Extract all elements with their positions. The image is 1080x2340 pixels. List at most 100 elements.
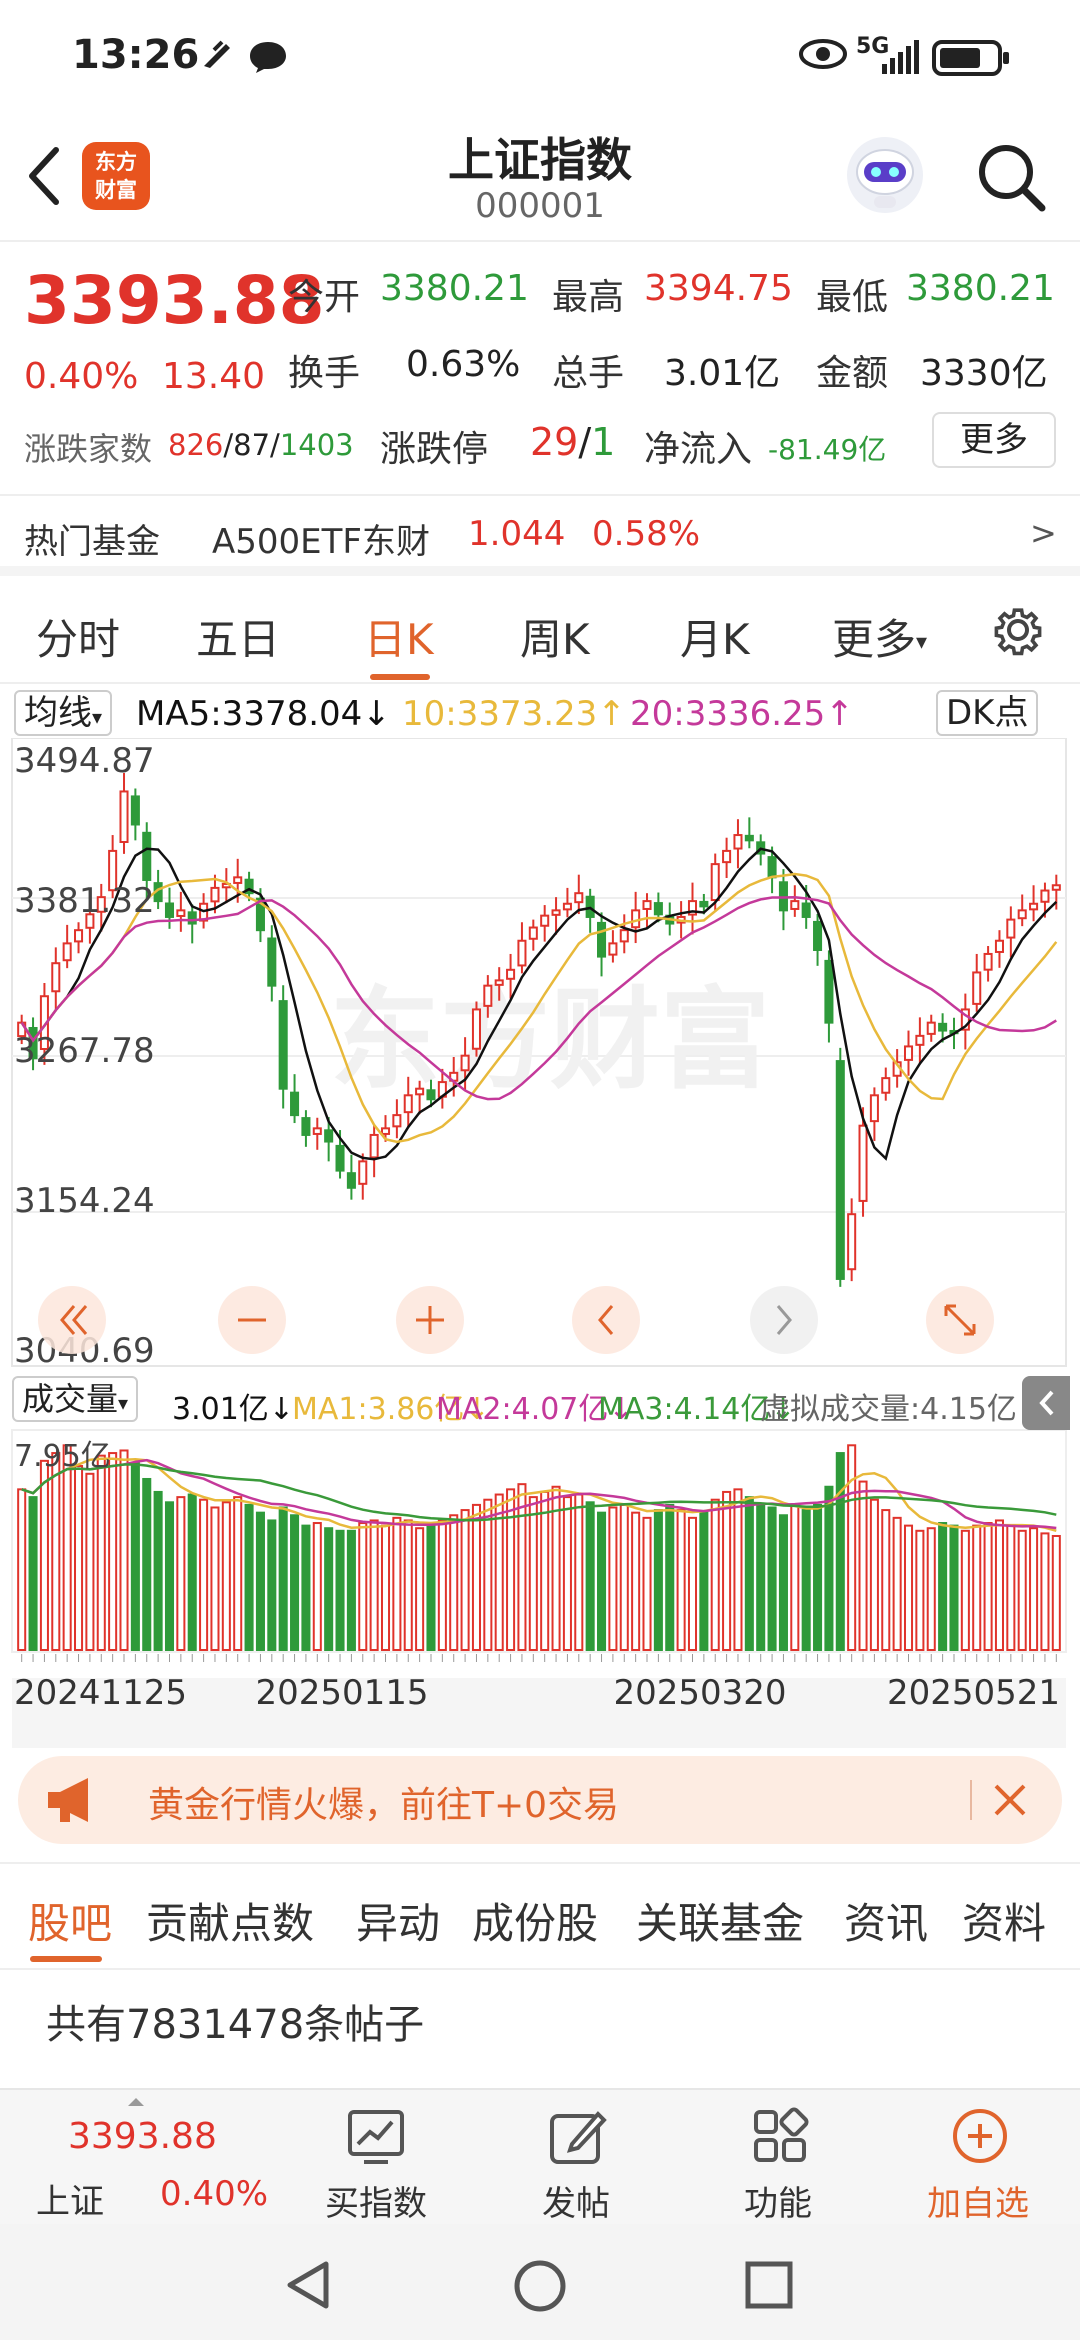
volume-bar	[176, 1496, 186, 1652]
hot-fund-row[interactable]: 热门基金 A500ETF东财 1.044 0.58% >	[0, 494, 1080, 576]
candle-body	[744, 834, 754, 842]
candle-body	[835, 1060, 845, 1280]
candle-body	[517, 939, 527, 967]
active-section-underline	[30, 1956, 102, 1962]
chevron-left-icon	[1039, 1390, 1054, 1416]
search-icon[interactable]	[974, 140, 1048, 214]
candle-body	[972, 971, 982, 1005]
tab-more-label: 更多	[832, 615, 917, 664]
candle-body	[358, 1160, 368, 1185]
volume-bar	[199, 1498, 209, 1651]
scroll-left-button[interactable]	[572, 1286, 640, 1354]
functions-button[interactable]: 功能	[708, 2090, 848, 2226]
tab-constituents[interactable]: 成份股	[472, 1890, 598, 1951]
header: 东方 财富 上证指数 000001	[0, 110, 1080, 242]
volume-bar	[1017, 1529, 1027, 1652]
tab-more[interactable]: 更多▾	[832, 606, 927, 667]
tab-weekly-k[interactable]: 周K	[520, 606, 590, 667]
candle-body	[1017, 909, 1027, 920]
ma-selector[interactable]: 均线▾	[14, 690, 113, 736]
kline-chart[interactable]: 东方财富 3494.873381.323267.783154.243040.69…	[0, 738, 1080, 1756]
volume-bar	[426, 1522, 436, 1651]
more-button[interactable]: 更多	[932, 412, 1056, 468]
hands-value: 3.01亿	[664, 353, 781, 394]
tab-news[interactable]: 资讯	[844, 1890, 928, 1951]
fullscreen-button[interactable]	[926, 1286, 994, 1354]
tab-timeshare[interactable]: 分时	[36, 606, 120, 667]
robot-assistant-icon[interactable]	[842, 132, 928, 218]
tab-related-funds[interactable]: 关联基金	[636, 1890, 804, 1951]
add-watchlist-label: 加自选	[927, 2184, 1029, 2224]
volume-bar	[813, 1503, 823, 1651]
nav-back-icon[interactable]	[282, 2258, 332, 2312]
volume-bar	[983, 1522, 993, 1651]
post-button[interactable]: 发帖	[506, 2090, 646, 2226]
candle-body	[210, 886, 220, 903]
caret-down-icon: ▾	[118, 1391, 129, 1415]
candle-body	[869, 1094, 879, 1123]
tab-profile[interactable]: 资料	[962, 1890, 1046, 1951]
volume-bar	[267, 1519, 277, 1651]
hands-label: 总手	[552, 353, 625, 394]
volume-bar	[619, 1503, 629, 1651]
volume-bar	[96, 1454, 106, 1652]
limit-label: 涨跌停	[380, 429, 489, 470]
tab-monthly-k[interactable]: 月K	[680, 606, 750, 667]
volume-bar	[562, 1496, 572, 1652]
mini-quote[interactable]: 3393.88 上证 0.40%	[0, 2090, 290, 2226]
promo-banner[interactable]: 黄金行情火爆，前往T+0交易	[18, 1756, 1062, 1844]
volume-bar	[881, 1509, 891, 1652]
chat-status-icon	[250, 42, 286, 73]
add-watchlist-button[interactable]: 加自选	[908, 2090, 1048, 2226]
tab-contribution[interactable]: 贡献点数	[146, 1890, 314, 1951]
volume-bar	[835, 1452, 845, 1651]
tab-five-day[interactable]: 五日	[196, 606, 280, 667]
volume-bar	[506, 1488, 516, 1651]
volume-bar	[164, 1501, 175, 1651]
hot-fund-arrow: >	[1030, 514, 1057, 552]
volume-bar	[28, 1496, 38, 1652]
volume-selector[interactable]: 成交量▾	[12, 1376, 139, 1422]
volume-bar	[926, 1527, 936, 1651]
candle-body	[597, 921, 607, 958]
virtual-volume: 虚拟成交量:4.15亿	[760, 1392, 1017, 1427]
dk-point-button[interactable]: DK点	[936, 690, 1039, 736]
candle-body	[335, 1144, 345, 1172]
volume-bar	[585, 1501, 595, 1651]
buy-index-button[interactable]: 买指数	[306, 2090, 446, 2226]
tab-daily-k[interactable]: 日K	[364, 606, 434, 667]
volume-bars	[17, 1444, 1061, 1652]
scroll-left-fast-button[interactable]	[38, 1286, 106, 1354]
volume-bar	[483, 1498, 493, 1651]
candle-body	[608, 942, 618, 956]
volume-bar	[960, 1529, 970, 1652]
candle-body	[74, 929, 84, 943]
candle-body	[790, 900, 800, 910]
volume-bar	[449, 1514, 459, 1652]
candle-body	[528, 926, 538, 940]
zoom-out-button[interactable]	[218, 1286, 286, 1354]
ma-selector-label: 均线	[24, 693, 92, 733]
ma-indicator-row: 均线▾ MA5:3378.04↓ 10:3373.23↑ 20:3336.25↑…	[0, 686, 1080, 738]
updown-counts: 826/87/1403	[168, 428, 354, 462]
collapse-panel-button[interactable]	[1022, 1376, 1070, 1430]
volume-bar	[255, 1511, 265, 1652]
volume-bar	[471, 1503, 481, 1651]
tab-anomaly[interactable]: 异动	[356, 1890, 440, 1951]
candle-body	[483, 984, 493, 1007]
settings-gear-icon[interactable]	[990, 602, 1046, 658]
edit-icon	[550, 2111, 607, 2164]
candle-body	[903, 1045, 914, 1061]
zoom-in-button[interactable]	[396, 1286, 464, 1354]
close-icon[interactable]	[990, 1780, 1030, 1820]
volume-bar	[221, 1501, 231, 1651]
nav-home-icon[interactable]	[512, 2258, 568, 2314]
volume-bar	[710, 1498, 720, 1651]
nav-recents-icon[interactable]	[744, 2260, 794, 2310]
volume-bar	[244, 1503, 254, 1651]
candle-body	[983, 952, 993, 971]
scroll-right-button[interactable]	[750, 1286, 818, 1354]
tab-forum[interactable]: 股吧	[28, 1890, 112, 1951]
candle-body	[733, 834, 743, 850]
hot-fund-price: 1.044	[468, 514, 566, 554]
